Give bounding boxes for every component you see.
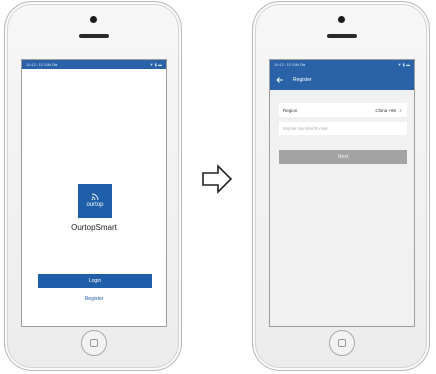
status-time: 10:12 ·10 SIM Ba [274, 62, 306, 67]
next-button[interactable]: Next [279, 150, 407, 164]
phone-right: 10:12 ·10 SIM Ba ▼ ▮ ▬ Register Region C… [252, 1, 430, 371]
phone-left: 10:12 ·10 SIM Ba ▼ ▮ ▬ ourtop OurtopSmar… [4, 1, 182, 371]
speaker-grille [327, 34, 357, 38]
register-link[interactable]: Register [22, 296, 166, 302]
app-bar: Register [270, 69, 414, 90]
account-input[interactable] [279, 122, 407, 135]
home-square-icon [90, 339, 98, 347]
logo-text: ourtop [86, 202, 104, 208]
region-value: China +86 [375, 107, 396, 113]
region-selector[interactable]: Region China +86 [279, 103, 407, 117]
home-square-icon [338, 339, 346, 347]
app-logo: ourtop [78, 184, 112, 218]
back-arrow-icon[interactable] [276, 76, 284, 84]
region-value-group: China +86 [375, 108, 403, 113]
status-icons: ▼ ▮ ▬ [149, 62, 162, 67]
app-name: OurtopSmart [71, 223, 117, 232]
region-label: Region [283, 107, 298, 113]
status-time: 10:12 ·10 SIM Ba [26, 62, 58, 67]
speaker-grille [79, 34, 109, 38]
page-title: Register [293, 76, 312, 83]
login-button[interactable]: Login [38, 274, 152, 288]
camera-icon [338, 16, 345, 23]
home-button[interactable] [329, 330, 355, 356]
right-arrow-outline-icon [202, 164, 233, 194]
status-icons: ▼ ▮ ▬ [397, 62, 410, 67]
status-bar: 10:12 ·10 SIM Ba ▼ ▮ ▬ [22, 60, 166, 69]
status-bar: 10:12 ·10 SIM Ba ▼ ▮ ▬ [270, 60, 414, 69]
wifi-signal-icon [91, 193, 99, 201]
chevron-right-icon [399, 108, 402, 112]
home-button[interactable] [81, 330, 107, 356]
register-screen: 10:12 ·10 SIM Ba ▼ ▮ ▬ Register Region C… [269, 59, 415, 327]
camera-icon [90, 16, 97, 23]
login-screen: 10:12 ·10 SIM Ba ▼ ▮ ▬ ourtop OurtopSmar… [21, 59, 167, 327]
